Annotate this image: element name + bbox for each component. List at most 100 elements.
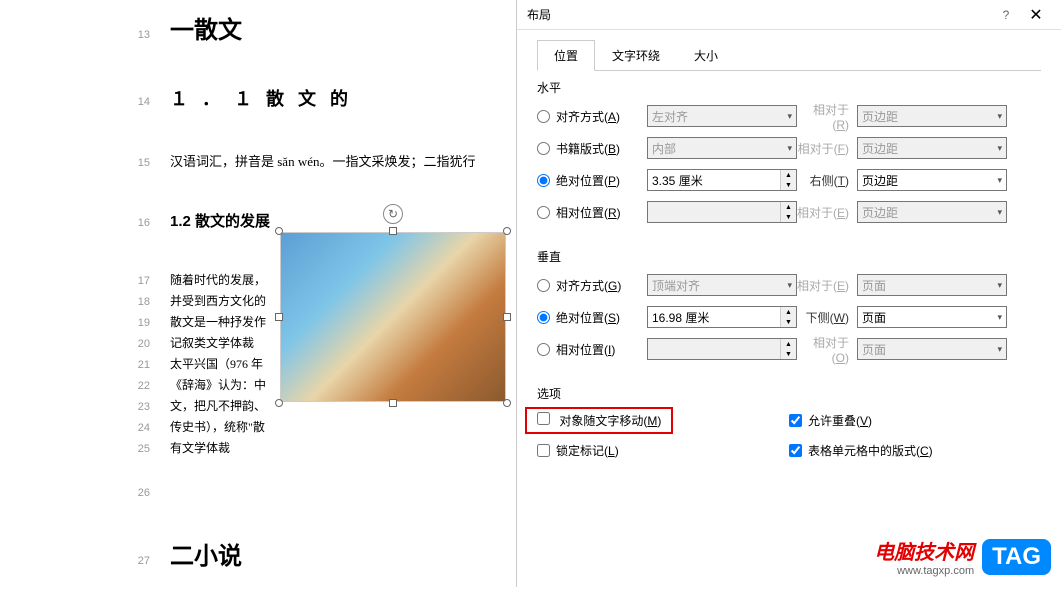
rotate-handle[interactable]: ↻: [383, 204, 403, 224]
label-h-abs-rel: 右侧(T): [797, 172, 857, 189]
radio-h-abs[interactable]: [537, 174, 550, 187]
line-content[interactable]: 1.2 散文的发展: [170, 210, 490, 231]
label-movewith: 对象随文字移动(M): [559, 414, 661, 428]
radio-h-rel[interactable]: [537, 206, 550, 219]
resize-handle-tm[interactable]: [389, 227, 397, 235]
resize-handle-tl[interactable]: [275, 227, 283, 235]
tabs: 位置 文字环绕 大小: [517, 30, 1061, 71]
select-h-align-value[interactable]: 左对齐▾: [647, 105, 797, 127]
label-h-rel-rel: 相对于(E): [797, 204, 857, 221]
select-h-book-value[interactable]: 内部▾: [647, 137, 797, 159]
chevron-down-icon: ▾: [997, 175, 1002, 186]
chevron-down-icon: ▾: [997, 111, 1002, 122]
radio-v-abs[interactable]: [537, 311, 550, 324]
select-h-abs-rel[interactable]: 页边距▾: [857, 169, 1007, 191]
tab-size[interactable]: 大小: [677, 40, 735, 71]
line-number: 24: [120, 422, 150, 434]
line-content[interactable]: 二小说: [170, 536, 490, 571]
spinner-down[interactable]: ▼: [781, 180, 796, 190]
select-v-align-rel[interactable]: 页面▾: [857, 274, 1007, 296]
vertical-section: 垂直 对齐方式(G) 顶端对齐▾ 相对于(E) 页面▾ 绝对位置(S) 16.9…: [517, 240, 1061, 377]
line-number: 25: [120, 443, 150, 455]
spinner-down[interactable]: ▼: [781, 349, 796, 359]
spinner-down[interactable]: ▼: [781, 317, 796, 327]
label-v-rel: 相对位置(I): [556, 341, 615, 358]
spinner-up[interactable]: ▲: [781, 170, 796, 180]
resize-handle-ml[interactable]: [275, 313, 283, 321]
radio-h-book[interactable]: [537, 142, 550, 155]
chevron-down-icon: ▾: [787, 111, 792, 122]
label-h-rel: 相对位置(R): [556, 204, 621, 221]
radio-v-align[interactable]: [537, 279, 550, 292]
checkbox-lock[interactable]: [537, 444, 550, 457]
spinner-v-rel[interactable]: ▲▼: [647, 338, 797, 360]
resize-handle-bm[interactable]: [389, 399, 397, 407]
spinner-down[interactable]: ▼: [781, 212, 796, 222]
line-number: 27: [120, 555, 150, 567]
spinner-up[interactable]: ▲: [781, 339, 796, 349]
line-number: 19: [120, 317, 150, 329]
resize-handle-bl[interactable]: [275, 399, 283, 407]
inserted-image[interactable]: ↻: [280, 232, 506, 402]
chevron-down-icon: ▾: [787, 143, 792, 154]
line-number: 13: [120, 29, 150, 41]
resize-handle-tr[interactable]: [503, 227, 511, 235]
line-number: 14: [120, 96, 150, 108]
line-number: 21: [120, 359, 150, 371]
layout-dialog: 布局 ? ✕ 位置 文字环绕 大小 水平 对齐方式(A) 左对齐▾ 相对于(R)…: [516, 0, 1061, 587]
options-title: 选项: [537, 385, 1041, 402]
checkbox-movewith[interactable]: [537, 412, 550, 425]
spinner-h-rel[interactable]: ▲▼: [647, 201, 797, 223]
spinner-v-abs[interactable]: 16.98 厘米 ▲▼: [647, 306, 797, 328]
label-overlap: 允许重叠(V): [808, 412, 872, 429]
tab-position[interactable]: 位置: [537, 40, 595, 71]
select-v-align-value[interactable]: 顶端对齐▾: [647, 274, 797, 296]
dialog-title: 布局: [527, 6, 991, 23]
help-button[interactable]: ?: [991, 8, 1021, 22]
line-content[interactable]: １．１散文的: [170, 85, 490, 111]
vertical-title: 垂直: [537, 248, 1041, 265]
close-button[interactable]: ✕: [1021, 5, 1051, 25]
radio-h-align[interactable]: [537, 110, 550, 123]
line-number: 15: [120, 157, 150, 169]
resize-handle-br[interactable]: [503, 399, 511, 407]
watermark-tag: TAG: [982, 539, 1051, 575]
label-h-abs: 绝对位置(P): [556, 172, 620, 189]
label-lock: 锁定标记(L): [556, 442, 619, 459]
resize-handle-mr[interactable]: [503, 313, 511, 321]
chevron-down-icon: ▾: [997, 312, 1002, 323]
label-v-align: 对齐方式(G): [556, 277, 621, 294]
line-content[interactable]: 传史书），统称"散: [170, 418, 490, 435]
label-h-book: 书籍版式(B): [556, 140, 620, 157]
image-content: [280, 232, 506, 402]
line-number: 18: [120, 296, 150, 308]
line-content[interactable]: 一散文: [170, 10, 490, 45]
select-h-align-rel[interactable]: 页边距▾: [857, 105, 1007, 127]
spinner-up[interactable]: ▲: [781, 307, 796, 317]
chevron-down-icon: ▾: [997, 344, 1002, 355]
select-v-rel-rel[interactable]: 页面▾: [857, 338, 1007, 360]
checkbox-overlap[interactable]: [789, 414, 802, 427]
spinner-h-abs[interactable]: 3.35 厘米 ▲▼: [647, 169, 797, 191]
label-h-book-rel: 相对于(F): [797, 140, 857, 157]
radio-v-rel[interactable]: [537, 343, 550, 356]
select-h-book-rel[interactable]: 页边距▾: [857, 137, 1007, 159]
horizontal-section: 水平 对齐方式(A) 左对齐▾ 相对于(R) 页边距▾ 书籍版式(B) 内部▾ …: [517, 71, 1061, 240]
chevron-down-icon: ▾: [787, 280, 792, 291]
label-v-align-rel: 相对于(E): [797, 277, 857, 294]
line-content[interactable]: 汉语词汇，拼音是 sǎn wén。一指文采焕发；二指犹行: [170, 151, 490, 170]
tab-textwrap[interactable]: 文字环绕: [595, 40, 677, 71]
chevron-down-icon: ▾: [997, 280, 1002, 291]
line-number: 26: [120, 487, 150, 499]
dialog-titlebar[interactable]: 布局 ? ✕: [517, 0, 1061, 30]
watermark: 电脑技术网 www.tagxp.com TAG: [874, 536, 1051, 577]
options-section: 选项 对象随文字移动(M) 允许重叠(V) 锁定标记(L) 表格单元格中的版式(…: [517, 377, 1061, 478]
select-h-rel-rel[interactable]: 页边距▾: [857, 201, 1007, 223]
chevron-down-icon: ▾: [997, 207, 1002, 218]
spinner-up[interactable]: ▲: [781, 202, 796, 212]
line-content[interactable]: 有文学体裁: [170, 439, 490, 456]
line-number: 17: [120, 275, 150, 287]
select-v-abs-rel[interactable]: 页面▾: [857, 306, 1007, 328]
checkbox-tablecell[interactable]: [789, 444, 802, 457]
label-v-abs: 绝对位置(S): [556, 309, 620, 326]
